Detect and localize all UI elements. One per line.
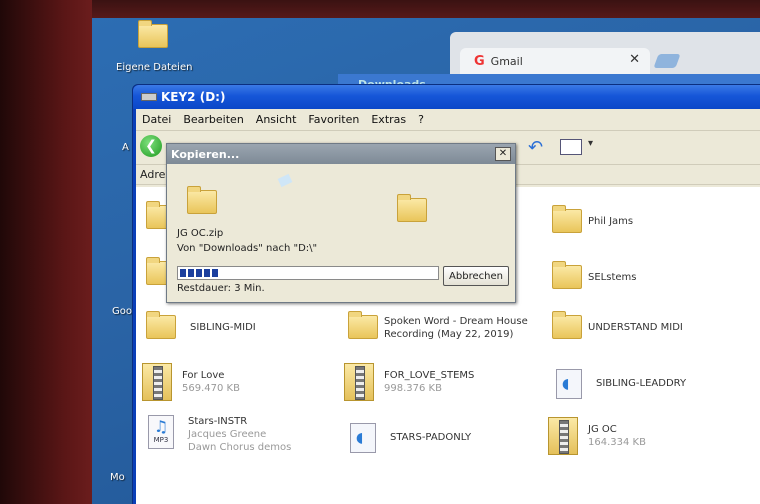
zip-icon — [142, 363, 172, 401]
destination-folder-icon — [397, 194, 427, 222]
new-tab-button[interactable] — [653, 54, 681, 68]
item-name: Phil Jams — [588, 216, 634, 227]
list-item[interactable]: Spoken Word - Dream House Recording (May… — [348, 311, 528, 341]
menu-file[interactable]: Datei — [142, 113, 171, 126]
desktop-label-partial[interactable]: A — [122, 142, 129, 153]
window-title: KEY2 (D:) — [161, 90, 226, 104]
desktop-label-partial[interactable]: Goo — [112, 306, 132, 317]
zip-icon — [344, 363, 374, 401]
list-item[interactable]: SIBLING-LEADDRY — [556, 369, 686, 399]
desktop-icon-label[interactable]: Eigene Dateien — [116, 62, 192, 73]
undo-icon[interactable]: ↶ — [528, 137, 543, 158]
menu-view[interactable]: Ansicht — [256, 113, 297, 126]
source-folder-icon — [187, 186, 217, 214]
copy-progress-bar — [177, 266, 439, 280]
item-album: Dawn Chorus demos — [188, 442, 292, 453]
screen: Eigene Dateien A Goo Mo G Gmail ✕ Downlo… — [92, 18, 760, 504]
cancel-button[interactable]: Abbrechen — [443, 266, 509, 286]
list-item[interactable]: UNDERSTAND MIDI — [552, 311, 683, 339]
menu-bar: Datei Bearbeiten Ansicht Favoriten Extra… — [136, 109, 760, 131]
monitor-bezel-left — [0, 0, 92, 504]
item-size: 998.376 KB — [384, 383, 442, 394]
explorer-title-bar[interactable]: KEY2 (D:) — [133, 85, 760, 109]
list-item[interactable]: STARS-PADONLY — [350, 423, 471, 453]
my-documents-icon[interactable] — [138, 20, 168, 48]
tab-gmail[interactable]: G Gmail ✕ — [460, 48, 650, 74]
back-button[interactable]: ❮ — [140, 135, 162, 157]
google-logo-icon: G — [474, 53, 485, 69]
copy-route: Von "Downloads" nach "D:\" — [177, 243, 318, 254]
close-tab-icon[interactable]: ✕ — [629, 52, 640, 67]
views-icon[interactable] — [560, 138, 593, 155]
folder-icon — [348, 311, 378, 339]
menu-favorites[interactable]: Favoriten — [308, 113, 359, 126]
item-name: For Love — [182, 370, 225, 381]
monitor-bezel-top — [0, 0, 760, 20]
mp3-file-icon: ♫ MP3 — [148, 415, 174, 449]
item-name: FOR_LOVE_STEMS — [384, 370, 475, 381]
progress-fill — [180, 269, 219, 277]
time-remaining: Restdauer: 3 Min. — [177, 283, 265, 294]
list-item[interactable]: ♫ MP3 Stars-INSTR Jacques Greene Dawn Cho… — [148, 415, 291, 454]
dialog-title-bar[interactable]: Kopieren... ✕ — [167, 144, 515, 164]
item-name: SELstems — [588, 272, 637, 283]
copy-dialog: Kopieren... ✕ JG OC.zip Von "Downloads" … — [166, 143, 516, 303]
tab-title: Gmail — [490, 54, 523, 68]
menu-tools[interactable]: Extras — [371, 113, 406, 126]
audio-file-icon — [350, 423, 376, 453]
menu-help[interactable]: ? — [418, 113, 424, 126]
item-name: SIBLING-MIDI — [190, 322, 256, 333]
item-name: UNDERSTAND MIDI — [588, 322, 683, 333]
zip-icon — [548, 417, 578, 455]
list-item[interactable]: For Love 569.470 KB — [142, 363, 240, 401]
list-item[interactable]: JG OC 164.334 KB — [548, 417, 646, 455]
item-artist: Jacques Greene — [188, 429, 267, 440]
item-name: JG OC — [588, 424, 617, 435]
item-name: Spoken Word - Dream House Recording (May… — [384, 316, 528, 340]
folder-icon — [552, 261, 582, 289]
drive-icon — [141, 93, 157, 101]
item-size: 569.470 KB — [182, 383, 240, 394]
audio-file-icon — [556, 369, 582, 399]
folder-icon — [146, 311, 176, 339]
folder-icon — [552, 311, 582, 339]
item-size: 164.334 KB — [588, 437, 646, 448]
copy-file-name: JG OC.zip — [177, 228, 224, 239]
close-icon[interactable]: ✕ — [495, 147, 511, 161]
flying-document-icon — [277, 173, 293, 188]
item-name: STARS-PADONLY — [390, 432, 472, 443]
dialog-title: Kopieren... — [171, 147, 240, 161]
desktop-label-partial[interactable]: Mo — [110, 472, 125, 483]
list-item[interactable]: FOR_LOVE_STEMS 998.376 KB — [344, 363, 474, 401]
list-item[interactable]: SELstems — [552, 261, 637, 289]
folder-icon — [552, 205, 582, 233]
list-item[interactable]: SIBLING-MIDI — [146, 311, 256, 339]
item-name: SIBLING-LEADDRY — [596, 378, 687, 389]
menu-edit[interactable]: Bearbeiten — [183, 113, 243, 126]
item-name: Stars-INSTR — [188, 416, 248, 427]
list-item[interactable]: Phil Jams — [552, 205, 634, 233]
